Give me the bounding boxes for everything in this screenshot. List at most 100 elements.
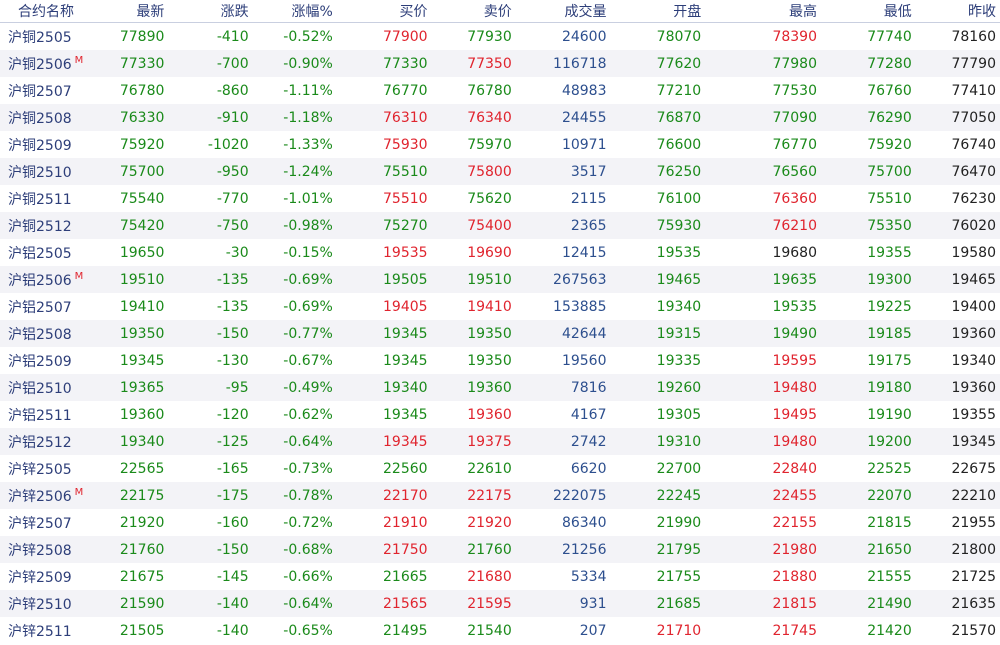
col-header-change[interactable]: 涨跌: [168, 0, 253, 23]
cell-prev-close: 19465: [915, 266, 1000, 293]
col-header-low[interactable]: 最低: [821, 0, 916, 23]
table-row[interactable]: 沪锌2510 21590 -140 -0.64% 21565 21595 931 21685 2…: [0, 590, 1000, 617]
table-row[interactable]: 沪铜2511 75540 -770 -1.01% 75510 75620 2115 76100…: [0, 185, 1000, 212]
cell-change-pct: -0.62%: [252, 401, 337, 428]
cell-change-pct: -0.52%: [252, 22, 337, 50]
cell-volume: 7816: [515, 374, 611, 401]
cell-low: 21490: [821, 590, 916, 617]
cell-contract-name[interactable]: 沪铝2511: [0, 401, 85, 428]
col-header-volume[interactable]: 成交量: [515, 0, 611, 23]
contract-name-label: 沪铝2509: [8, 353, 72, 370]
cell-contract-name[interactable]: 沪铝2506 M: [0, 266, 85, 293]
contract-name-label: 沪铜2511: [8, 191, 72, 208]
cell-contract-name[interactable]: 沪铜2512: [0, 212, 85, 239]
table-row[interactable]: 沪铝2507 19410 -135 -0.69% 19405 19410 153885 193…: [0, 293, 1000, 320]
contract-name-label: 沪铝2512: [8, 434, 72, 451]
col-header-high[interactable]: 最高: [705, 0, 821, 23]
table-row[interactable]: 沪铜2509 75920 -1020 -1.33% 75930 75970 10971 766…: [0, 131, 1000, 158]
table-row[interactable]: 沪铝2512 19340 -125 -0.64% 19345 19375 2742 19310…: [0, 428, 1000, 455]
table-row[interactable]: 沪铝2509 19345 -130 -0.67% 19345 19350 19560 1933…: [0, 347, 1000, 374]
cell-high: 21745: [705, 617, 821, 644]
col-header-change-pct[interactable]: 涨幅%: [252, 0, 337, 23]
table-row[interactable]: 沪铝2505 19650 -30 -0.15% 19535 19690 12415 19535…: [0, 239, 1000, 266]
cell-change: -95: [168, 374, 253, 401]
table-row[interactable]: 沪锌2506 M 22175 -175 -0.78% 22170 22175 222075 22…: [0, 482, 1000, 509]
cell-contract-name[interactable]: 沪锌2505: [0, 455, 85, 482]
col-header-last[interactable]: 最新: [84, 0, 169, 23]
cell-contract-name[interactable]: 沪铝2505: [0, 239, 85, 266]
cell-open: 22700: [610, 455, 706, 482]
table-row[interactable]: 沪铜2510 75700 -950 -1.24% 75510 75800 3517 76250…: [0, 158, 1000, 185]
cell-last: 76330: [84, 104, 169, 131]
cell-prev-close: 19340: [915, 347, 1000, 374]
cell-contract-name[interactable]: 沪锌2509: [0, 563, 85, 590]
table-row[interactable]: 沪铜2508 76330 -910 -1.18% 76310 76340 24455 7687…: [0, 104, 1000, 131]
cell-contract-name[interactable]: 沪锌2510: [0, 590, 85, 617]
table-row[interactable]: 沪铜2506 M 77330 -700 -0.90% 77330 77350 116718 77…: [0, 50, 1000, 77]
table-row[interactable]: 沪锌2508 21760 -150 -0.68% 21750 21760 21256 2179…: [0, 536, 1000, 563]
cell-volume: 12415: [515, 239, 611, 266]
main-contract-badge: M: [74, 54, 84, 66]
table-row[interactable]: 沪铝2511 19360 -120 -0.62% 19345 19360 4167 19305…: [0, 401, 1000, 428]
cell-high: 19635: [705, 266, 821, 293]
cell-bid: 21750: [336, 536, 432, 563]
table-row[interactable]: 沪铜2507 76780 -860 -1.11% 76770 76780 48983 7721…: [0, 77, 1000, 104]
cell-contract-name[interactable]: 沪铜2506 M: [0, 50, 85, 77]
contract-name-label: 沪铜2506: [8, 56, 72, 73]
cell-open: 76250: [610, 158, 706, 185]
table-row[interactable]: 沪铝2508 19350 -150 -0.77% 19345 19350 42644 1931…: [0, 320, 1000, 347]
cell-prev-close: 21800: [915, 536, 1000, 563]
cell-contract-name[interactable]: 沪锌2507: [0, 509, 85, 536]
cell-open: 77210: [610, 77, 706, 104]
cell-contract-name[interactable]: 沪铜2509: [0, 131, 85, 158]
col-header-open[interactable]: 开盘: [610, 0, 706, 23]
cell-contract-name[interactable]: 沪铝2507: [0, 293, 85, 320]
cell-contract-name[interactable]: 沪铜2507: [0, 77, 85, 104]
cell-change: -410: [168, 22, 253, 50]
cell-open: 76100: [610, 185, 706, 212]
cell-contract-name[interactable]: 沪锌2508: [0, 536, 85, 563]
table-row[interactable]: 沪铜2512 75420 -750 -0.98% 75270 75400 2365 75930…: [0, 212, 1000, 239]
cell-bid: 77900: [336, 22, 432, 50]
cell-high: 19480: [705, 428, 821, 455]
cell-change-pct: -1.18%: [252, 104, 337, 131]
cell-volume: 24455: [515, 104, 611, 131]
cell-contract-name[interactable]: 沪铝2512: [0, 428, 85, 455]
table-row[interactable]: 沪铝2510 19365 -95 -0.49% 19340 19360 7816 19260 1…: [0, 374, 1000, 401]
cell-contract-name[interactable]: 沪铜2508: [0, 104, 85, 131]
cell-ask: 21595: [431, 590, 516, 617]
cell-change: -30: [168, 239, 253, 266]
cell-change: -130: [168, 347, 253, 374]
table-row[interactable]: 沪锌2511 21505 -140 -0.65% 21495 21540 207 21710 2…: [0, 617, 1000, 644]
cell-contract-name[interactable]: 沪铜2510: [0, 158, 85, 185]
cell-high: 22155: [705, 509, 821, 536]
table-row[interactable]: 沪锌2509 21675 -145 -0.66% 21665 21680 5334 21755…: [0, 563, 1000, 590]
cell-high: 21815: [705, 590, 821, 617]
cell-open: 19305: [610, 401, 706, 428]
cell-change: -1020: [168, 131, 253, 158]
col-header-name[interactable]: 合约名称: [0, 0, 85, 23]
cell-volume: 931: [515, 590, 611, 617]
col-header-bid[interactable]: 买价: [336, 0, 432, 23]
cell-contract-name[interactable]: 沪铝2509: [0, 347, 85, 374]
cell-open: 77620: [610, 50, 706, 77]
col-header-ask[interactable]: 卖价: [431, 0, 516, 23]
cell-contract-name[interactable]: 沪锌2511: [0, 617, 85, 644]
cell-contract-name[interactable]: 沪铝2510: [0, 374, 85, 401]
cell-contract-name[interactable]: 沪锌2506 M: [0, 482, 85, 509]
cell-contract-name[interactable]: 沪铝2508: [0, 320, 85, 347]
cell-change-pct: -0.64%: [252, 590, 337, 617]
cell-change-pct: -0.78%: [252, 482, 337, 509]
col-header-prev-close[interactable]: 昨收: [915, 0, 1000, 23]
cell-change: -140: [168, 590, 253, 617]
table-row[interactable]: 沪铝2506 M 19510 -135 -0.69% 19505 19510 267563 19…: [0, 266, 1000, 293]
cell-low: 75350: [821, 212, 916, 239]
table-row[interactable]: 沪锌2507 21920 -160 -0.72% 21910 21920 86340 2199…: [0, 509, 1000, 536]
table-row[interactable]: 沪铜2505 77890 -410 -0.52% 77900 77930 24600 7807…: [0, 22, 1000, 50]
cell-ask: 19510: [431, 266, 516, 293]
cell-contract-name[interactable]: 沪铜2505: [0, 22, 85, 50]
cell-contract-name[interactable]: 沪铜2511: [0, 185, 85, 212]
cell-bid: 19340: [336, 374, 432, 401]
cell-last: 22175: [84, 482, 169, 509]
table-row[interactable]: 沪锌2505 22565 -165 -0.73% 22560 22610 6620 22700…: [0, 455, 1000, 482]
